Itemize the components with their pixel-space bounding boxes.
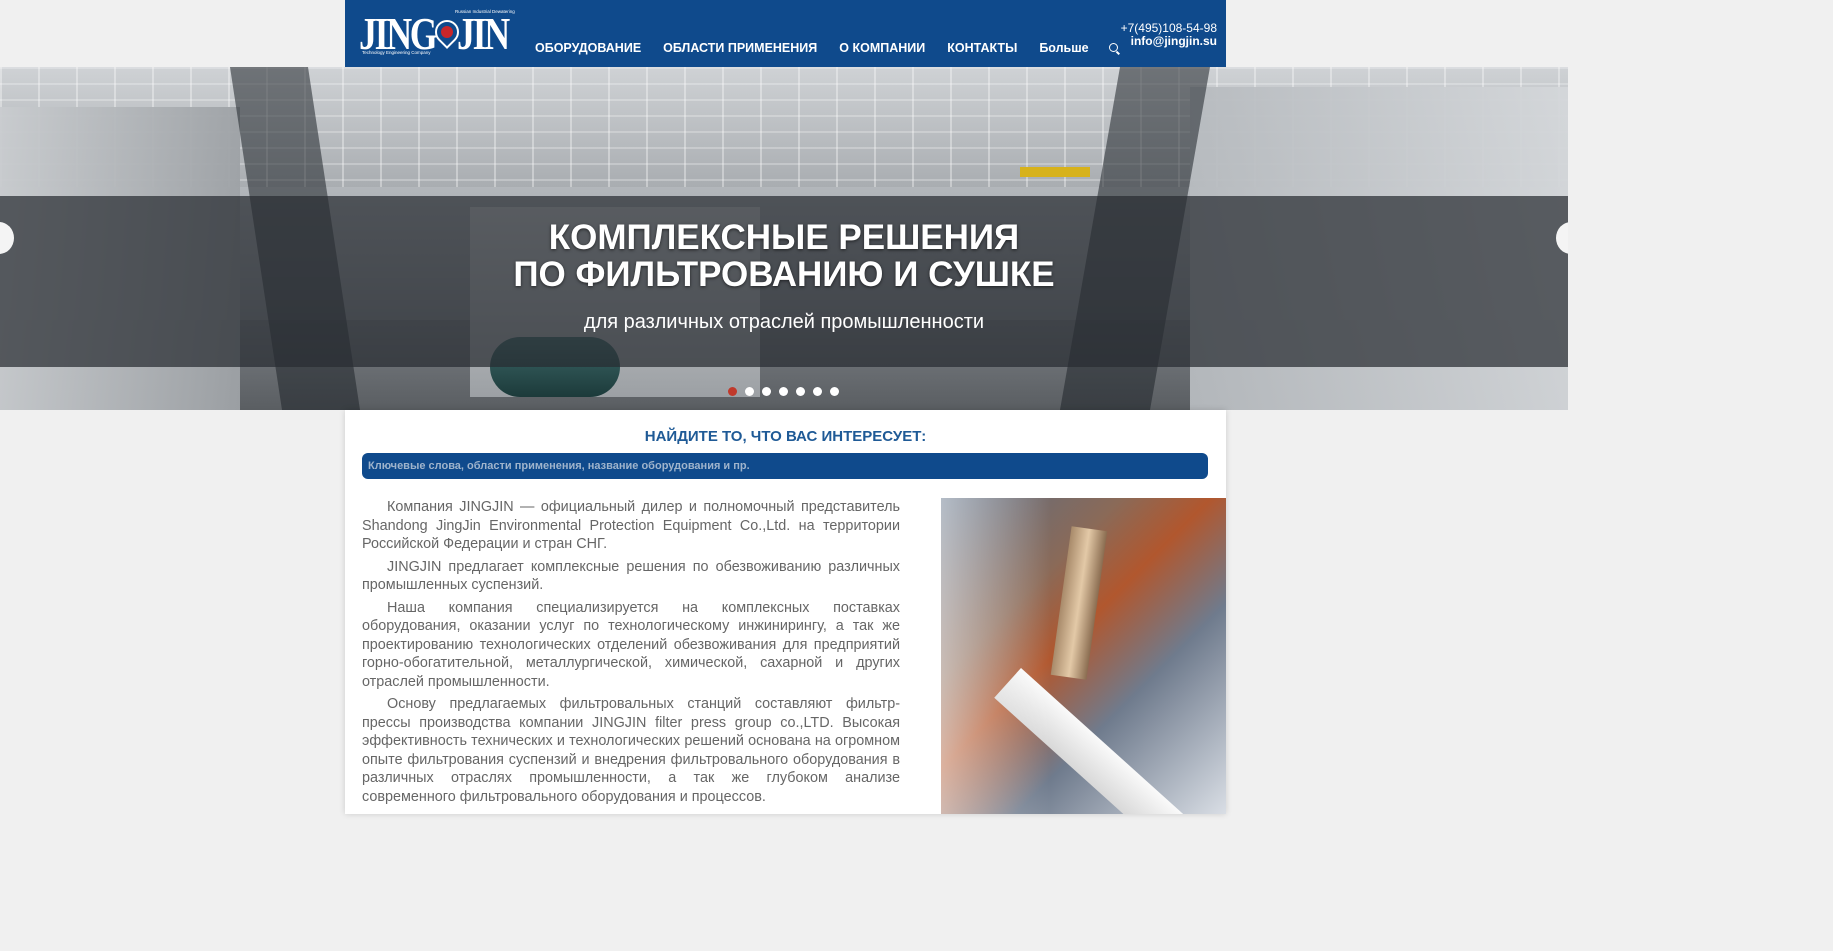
slider-dots <box>728 387 847 396</box>
slider-dot-3[interactable] <box>762 387 771 396</box>
hero-title-line2: ПО ФИЛЬТРОВАНИЮ И СУШКЕ <box>513 255 1055 294</box>
logo[interactable]: Russian Industrial Dewatering JING JIN T… <box>359 8 515 60</box>
slider-dot-4[interactable] <box>779 387 788 396</box>
intro-paragraph: Наша компания специализируется на компле… <box>362 599 900 690</box>
slider-dot-5[interactable] <box>796 387 805 396</box>
intro-paragraph: Основу предлагаемых фильтровальных станц… <box>362 696 900 805</box>
slider-dot-1[interactable] <box>728 387 737 396</box>
site-search-input[interactable] <box>362 453 1208 479</box>
search-heading: НАЙДИТЕ ТО, ЧТО ВАС ИНТЕРЕСУЕТ: <box>644 428 927 445</box>
slider-dot-7[interactable] <box>830 387 839 396</box>
nav-item-equipment[interactable]: ОБОРУДОВАНИЕ <box>535 41 641 55</box>
filter-cake-photo <box>941 498 1226 814</box>
email-link[interactable]: info@jingjin.su <box>1121 35 1217 48</box>
nav-item-applications[interactable]: ОБЛАСТИ ПРИМЕНЕНИЯ <box>663 41 817 55</box>
hero-title-line1: КОМПЛЕКСНЫЕ РЕШЕНИЯ <box>548 218 1020 257</box>
nav-item-contacts[interactable]: КОНТАКТЫ <box>947 41 1017 55</box>
hero-slider: КОМПЛЕКСНЫЕ РЕШЕНИЯ ПО ФИЛЬТРОВАНИЮ И СУ… <box>0 67 1568 410</box>
header-contacts: +7(495)108-54-98 info@jingjin.su <box>1121 22 1217 48</box>
intro-text: Компания JINGJIN — официальный дилер и п… <box>362 498 900 810</box>
logo-text-right: JIN <box>457 8 510 59</box>
slider-dot-6[interactable] <box>813 387 822 396</box>
slider-dot-2[interactable] <box>745 387 754 396</box>
hero-subtitle: для различных отраслей промышленности <box>583 311 985 333</box>
main-nav: ОБОРУДОВАНИЕ ОБЛАСТИ ПРИМЕНЕНИЯ О КОМПАН… <box>535 41 1118 55</box>
hero-yellow-pipe <box>1020 167 1090 177</box>
hero-title: КОМПЛЕКСНЫЕ РЕШЕНИЯ ПО ФИЛЬТРОВАНИЮ И СУ… <box>0 219 1568 293</box>
main-content: НАЙДИТЕ ТО, ЧТО ВАС ИНТЕРЕСУЕТ: Компания… <box>345 410 1226 814</box>
logo-tagline-bottom: Technology Engineering Company <box>362 50 431 55</box>
search-icon[interactable] <box>1108 42 1118 52</box>
nav-item-about[interactable]: О КОМПАНИИ <box>839 41 925 55</box>
photo-nozzle <box>1050 526 1108 680</box>
intro-paragraph: JINGJIN предлагает комплексные решения п… <box>362 558 900 594</box>
nav-item-more[interactable]: Больше <box>1039 41 1088 55</box>
photo-fade <box>941 498 1051 814</box>
site-header: Russian Industrial Dewatering JING JIN T… <box>345 0 1226 67</box>
intro-paragraph: Компания JINGJIN — официальный дилер и п… <box>362 499 900 552</box>
